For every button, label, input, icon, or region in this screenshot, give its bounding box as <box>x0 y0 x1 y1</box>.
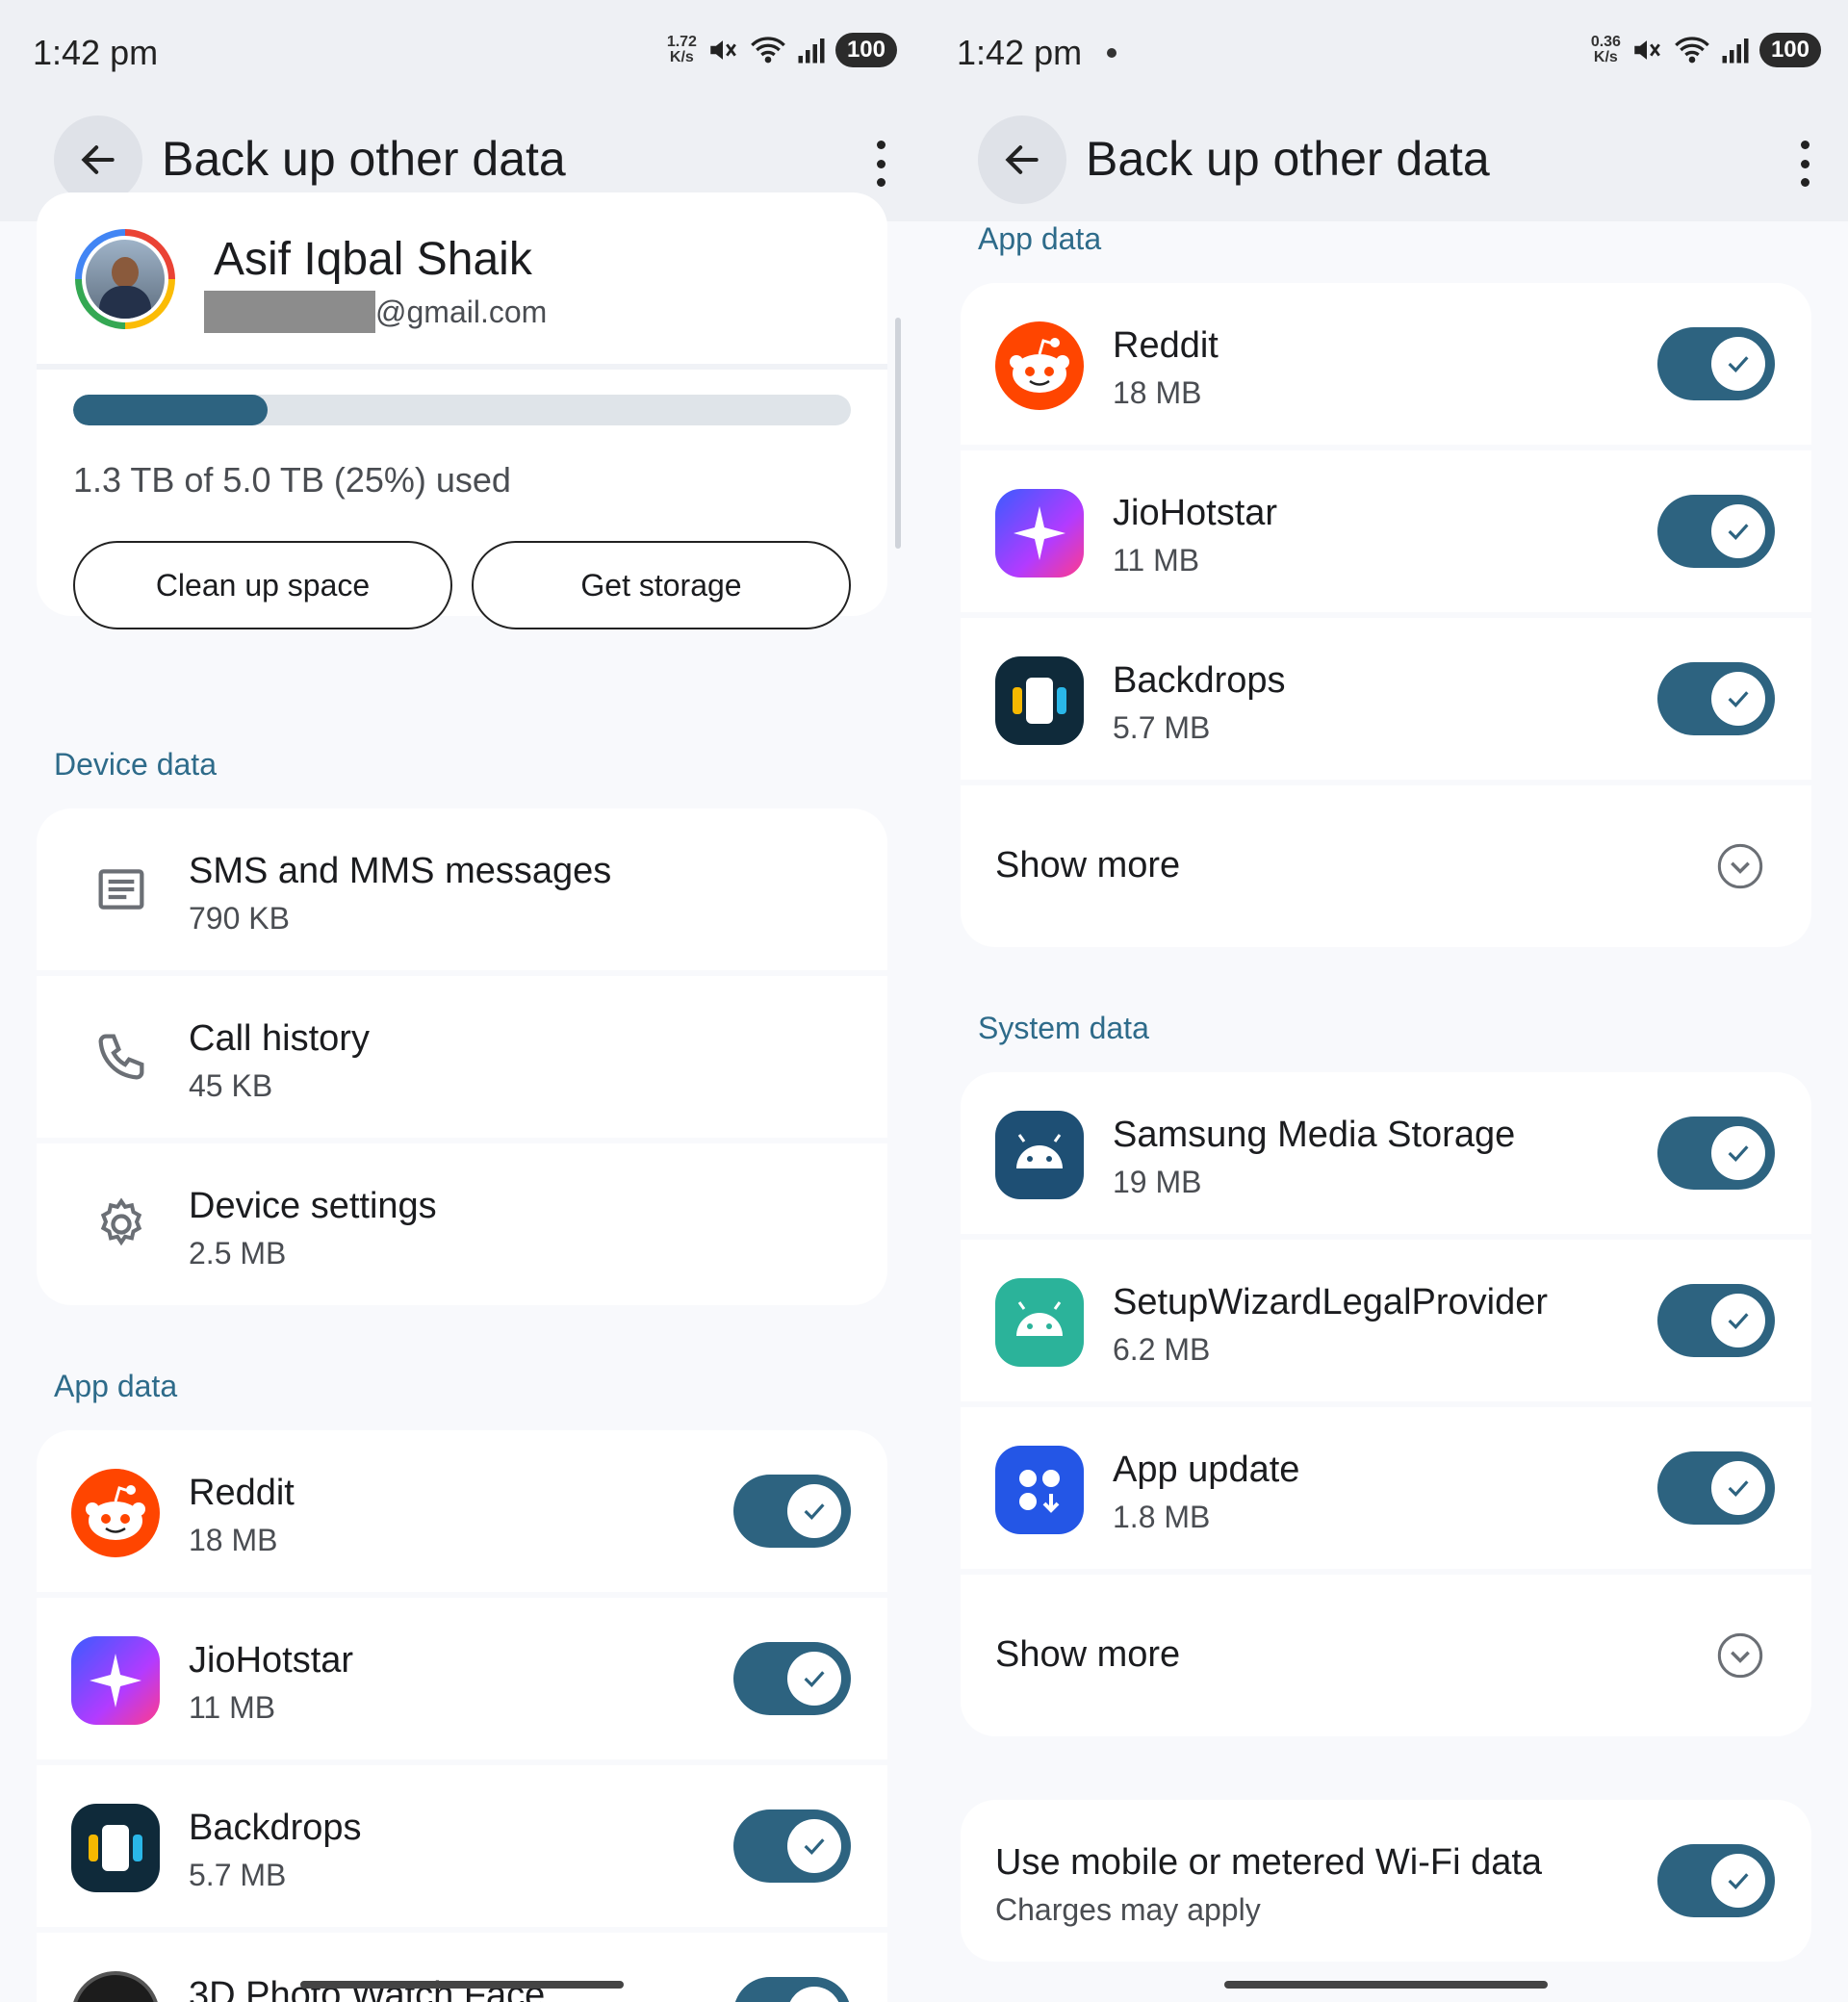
section-header-app-data: App data <box>978 221 1102 256</box>
message-icon <box>98 869 144 910</box>
get-storage-button[interactable]: Get storage <box>472 541 851 629</box>
device-item-sms[interactable]: SMS and MMS messages 790 KB <box>37 808 887 970</box>
backdrops-toggle[interactable] <box>1657 662 1775 735</box>
section-header-device-data: Device data <box>54 747 217 782</box>
storage-bar <box>73 395 851 425</box>
device-item-device-settings[interactable]: Device settings 2.5 MB <box>37 1143 887 1305</box>
back-button[interactable] <box>54 116 142 204</box>
status-bar: 1:42 pm 1.72 K/s 100 <box>0 0 924 106</box>
watch-face-toggle[interactable] <box>733 1977 851 2002</box>
backdrops-icon <box>71 1804 160 1892</box>
android-icon <box>995 1278 1084 1367</box>
scroll-content[interactable]: App data Reddit 18 MB JioHotstar 11 MB B… <box>924 221 1848 2002</box>
email-redacted <box>204 291 375 333</box>
app-item-backdrops[interactable]: Backdrops 5.7 MB <box>37 1765 887 1927</box>
check-icon <box>1728 1480 1749 1497</box>
watch-face-icon <box>71 1971 160 2002</box>
system-show-more-button[interactable]: Show more <box>961 1575 1811 1736</box>
app-item-backdrops[interactable]: Backdrops 5.7 MB <box>961 618 1811 780</box>
avatar[interactable] <box>75 229 175 329</box>
system-item-setupwizard[interactable]: SetupWizardLegalProvider 6.2 MB <box>961 1240 1811 1401</box>
home-indicator[interactable] <box>1224 1981 1548 1989</box>
arrow-back-icon <box>1005 145 1039 174</box>
section-header-system-data: System data <box>978 1011 1149 1045</box>
battery-badge: 100 <box>834 33 897 67</box>
setupwizard-toggle[interactable] <box>1657 1284 1775 1357</box>
status-time: 1:42 pm <box>957 33 1083 72</box>
notification-dot <box>1107 48 1116 58</box>
metered-data-toggle[interactable] <box>1657 1844 1775 1917</box>
samsung-media-storage-toggle[interactable] <box>1657 1116 1775 1190</box>
wifi-icon <box>1675 37 1709 64</box>
account-name: Asif Iqbal Shaik <box>214 234 532 285</box>
app-bar: Back up other data <box>924 106 1848 221</box>
reddit-toggle[interactable] <box>733 1475 851 1548</box>
reddit-icon <box>71 1469 160 1557</box>
page-title: Back up other data <box>1086 132 1490 186</box>
storage-bar-fill <box>73 395 268 425</box>
check-icon <box>1728 1873 1749 1889</box>
system-item-app-update[interactable]: App update 1.8 MB <box>961 1407 1811 1569</box>
app-show-more-button[interactable]: Show more <box>961 785 1811 947</box>
home-indicator[interactable] <box>300 1981 624 1989</box>
chevron-down-icon <box>1717 843 1763 889</box>
more-options-icon[interactable] <box>866 135 895 192</box>
app-item-jiohotstar[interactable]: JioHotstar 11 MB <box>961 450 1811 612</box>
jiohotstar-toggle[interactable] <box>733 1642 851 1715</box>
section-header-app-data: App data <box>54 1369 178 1403</box>
check-icon <box>1728 356 1749 372</box>
phone-icon <box>98 1034 144 1080</box>
app-item-reddit[interactable]: Reddit 18 MB <box>961 283 1811 445</box>
right-screen: 1:42 pm 0.36 K/s 100 Back up other data A… <box>924 0 1848 2002</box>
storage-used-text: 1.3 TB of 5.0 TB (25%) used <box>73 460 511 500</box>
network-speed: 0.36 K/s <box>1590 34 1621 65</box>
back-button[interactable] <box>978 116 1066 204</box>
status-time: 1:42 pm <box>33 33 159 72</box>
check-icon <box>1728 1145 1749 1162</box>
app-update-icon <box>995 1446 1084 1534</box>
reddit-toggle[interactable] <box>1657 327 1775 400</box>
reddit-icon <box>995 321 1084 410</box>
jiohotstar-icon <box>995 489 1084 578</box>
check-icon <box>804 1503 825 1520</box>
app-item-reddit[interactable]: Reddit 18 MB <box>37 1430 887 1592</box>
status-bar: 1:42 pm 0.36 K/s 100 <box>924 0 1848 106</box>
jiohotstar-icon <box>71 1636 160 1725</box>
more-options-icon[interactable] <box>1790 135 1819 192</box>
app-item-jiohotstar[interactable]: JioHotstar 11 MB <box>37 1598 887 1759</box>
device-item-call-history[interactable]: Call history 45 KB <box>37 976 887 1138</box>
gear-icon <box>100 1197 142 1246</box>
clean-up-space-button[interactable]: Clean up space <box>73 541 452 629</box>
arrow-back-icon <box>81 145 115 174</box>
page-title: Back up other data <box>162 132 566 186</box>
jiohotstar-toggle[interactable] <box>1657 495 1775 568</box>
scroll-content[interactable]: Asif Iqbal Shaik @gmail.com 1.3 TB of 5.… <box>0 192 924 2002</box>
check-icon <box>804 1671 825 1687</box>
app-update-toggle[interactable] <box>1657 1451 1775 1525</box>
battery-badge: 100 <box>1758 33 1821 67</box>
account-email: @gmail.com <box>375 295 548 329</box>
chevron-down-icon <box>1717 1632 1763 1679</box>
network-speed: 1.72 K/s <box>666 34 697 65</box>
check-icon <box>1728 1313 1749 1329</box>
signal-icon <box>798 38 825 64</box>
signal-icon <box>1722 38 1749 64</box>
check-icon <box>1728 691 1749 707</box>
android-icon <box>995 1111 1084 1199</box>
metered-data-setting[interactable]: Use mobile or metered Wi-Fi data Charges… <box>961 1800 1811 1962</box>
system-item-samsung-media-storage[interactable]: Samsung Media Storage 19 MB <box>961 1072 1811 1234</box>
wifi-icon <box>751 37 785 64</box>
mute-icon <box>1634 40 1660 60</box>
scrollbar[interactable] <box>895 318 901 549</box>
check-icon <box>804 1838 825 1855</box>
mute-icon <box>710 40 736 60</box>
check-icon <box>1728 524 1749 540</box>
left-screen: 1:42 pm 1.72K/s 100 Back up other data <box>0 0 924 2002</box>
app-item-3d-photo-watch-face[interactable]: 3D Photo Watch Face <box>37 1933 887 2002</box>
status-icons: 0.36 K/s 100 <box>1591 33 1821 67</box>
backdrops-icon <box>995 656 1084 745</box>
status-icons: 1.72 K/s 100 <box>667 33 897 67</box>
account-divider <box>37 364 887 370</box>
backdrops-toggle[interactable] <box>733 1810 851 1883</box>
